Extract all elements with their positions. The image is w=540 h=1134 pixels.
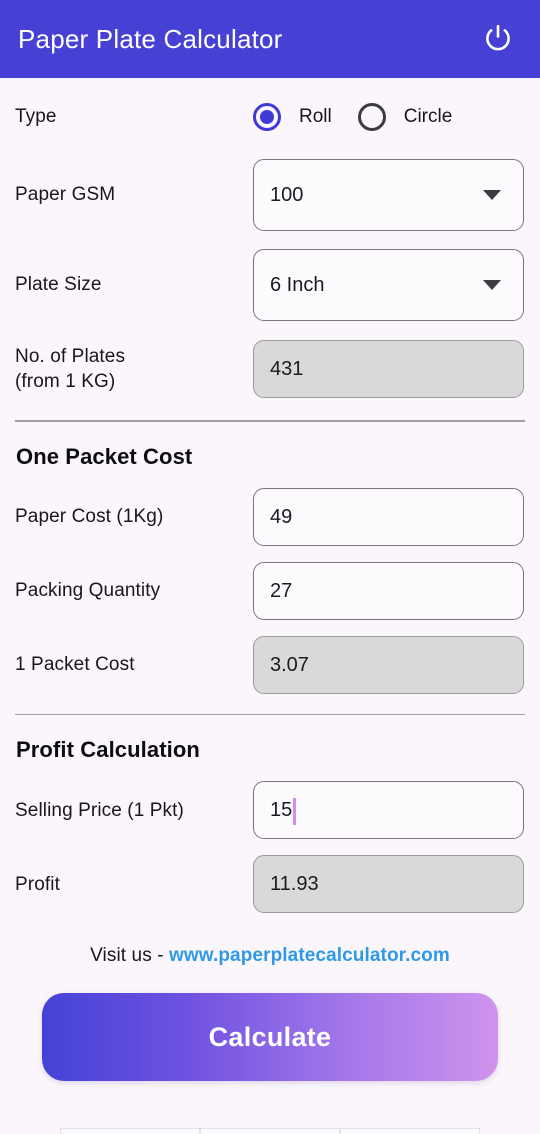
- plate-size-value: 6 Inch: [270, 274, 325, 296]
- radio-circle-icon[interactable]: [357, 103, 386, 131]
- label-selling-price: Selling Price (1 Pkt): [15, 799, 184, 821]
- row-plate-size: Plate Size 6 Inch: [15, 240, 525, 330]
- radio-option-circle[interactable]: Circle: [357, 103, 453, 131]
- field-profit: 11.93: [253, 855, 525, 914]
- bottom-cell: [340, 1128, 480, 1134]
- paper-gsm-value: 100: [270, 184, 304, 206]
- chevron-down-icon[interactable]: [483, 190, 501, 200]
- row-packing-quantity: Packing Quantity 27: [15, 554, 525, 628]
- label-no-of-plates-line1: No. of Plates: [15, 345, 126, 367]
- label-no-of-plates-line2: (from 1 KG): [15, 371, 116, 392]
- bottom-partial-row: [0, 1128, 540, 1134]
- row-no-of-plates: No. of Plates (from 1 KG) 431: [15, 330, 525, 408]
- app-root: Paper Plate Calculator Type Roll Circle: [0, 0, 540, 1134]
- row-packet-cost: 1 Packet Cost 3.07: [15, 628, 525, 702]
- packing-quantity-value: 27: [270, 579, 293, 602]
- chevron-down-icon[interactable]: [483, 280, 501, 290]
- row-type: Type Roll Circle: [15, 78, 525, 150]
- form-content: Type Roll Circle Paper GSM 100 Plate Siz…: [0, 78, 540, 1134]
- row-paper-cost: Paper Cost (1Kg) 49: [15, 480, 525, 554]
- calculate-button[interactable]: Calculate: [42, 993, 498, 1082]
- field-paper-cost: 49: [253, 487, 525, 546]
- row-selling-price: Selling Price (1 Pkt) 15: [15, 773, 525, 847]
- radio-circle-label: Circle: [403, 106, 453, 127]
- packet-cost-value: 3.07: [270, 653, 309, 676]
- field-no-of-plates: 431: [253, 340, 525, 398]
- row-profit: Profit 11.93: [15, 847, 525, 921]
- field-selling-price: 15: [253, 781, 525, 840]
- bottom-cell: [200, 1128, 340, 1134]
- packing-quantity-input[interactable]: 27: [253, 561, 524, 620]
- label-plate-size: Plate Size: [15, 274, 102, 296]
- field-plate-size: 6 Inch: [253, 249, 525, 321]
- profit-value: 11.93: [270, 873, 319, 896]
- label-packing-quantity: Packing Quantity: [15, 580, 161, 602]
- radio-option-roll[interactable]: Roll: [253, 103, 332, 131]
- paper-cost-input[interactable]: 49: [253, 487, 524, 546]
- power-icon[interactable]: [478, 19, 518, 59]
- type-radio-group: Roll Circle: [253, 103, 525, 131]
- no-of-plates-output: 431: [253, 340, 524, 398]
- no-of-plates-value: 431: [270, 358, 304, 380]
- label-profit: Profit: [15, 873, 60, 895]
- text-cursor: [293, 797, 296, 825]
- field-paper-gsm: 100: [253, 159, 525, 231]
- label-paper-gsm: Paper GSM: [15, 184, 116, 206]
- app-header: Paper Plate Calculator: [0, 0, 540, 78]
- label-no-of-plates: No. of Plates (from 1 KG): [15, 344, 253, 394]
- section-title-one-packet-cost: One Packet Cost: [16, 443, 193, 469]
- visit-us-label: Visit us -: [90, 945, 170, 967]
- selling-price-value: 15: [270, 799, 293, 822]
- bottom-cell: [60, 1128, 200, 1134]
- label-packet-cost: 1 Packet Cost: [15, 654, 135, 676]
- field-packing-quantity: 27: [253, 561, 525, 620]
- page-title: Paper Plate Calculator: [18, 24, 283, 54]
- packet-cost-output: 3.07: [253, 635, 524, 694]
- label-paper-cost: Paper Cost (1Kg): [15, 506, 164, 528]
- website-link[interactable]: www.paperplatecalculator.com: [169, 945, 450, 966]
- radio-roll-icon[interactable]: [253, 103, 281, 131]
- plate-size-select[interactable]: 6 Inch: [253, 249, 524, 321]
- row-paper-gsm: Paper GSM 100: [15, 150, 525, 240]
- paper-cost-value: 49: [270, 505, 293, 528]
- selling-price-input[interactable]: 15: [253, 781, 524, 840]
- radio-roll-label: Roll: [299, 106, 332, 127]
- section-title-profit-calculation: Profit Calculation: [16, 737, 200, 763]
- calculate-button-wrap: Calculate: [15, 967, 525, 1082]
- profit-output: 11.93: [253, 855, 524, 914]
- label-type: Type: [15, 106, 57, 128]
- paper-gsm-select[interactable]: 100: [253, 159, 524, 231]
- field-packet-cost: 3.07: [253, 635, 525, 694]
- visit-us-line: Visit us - www.paperplatecalculator.com: [15, 921, 525, 967]
